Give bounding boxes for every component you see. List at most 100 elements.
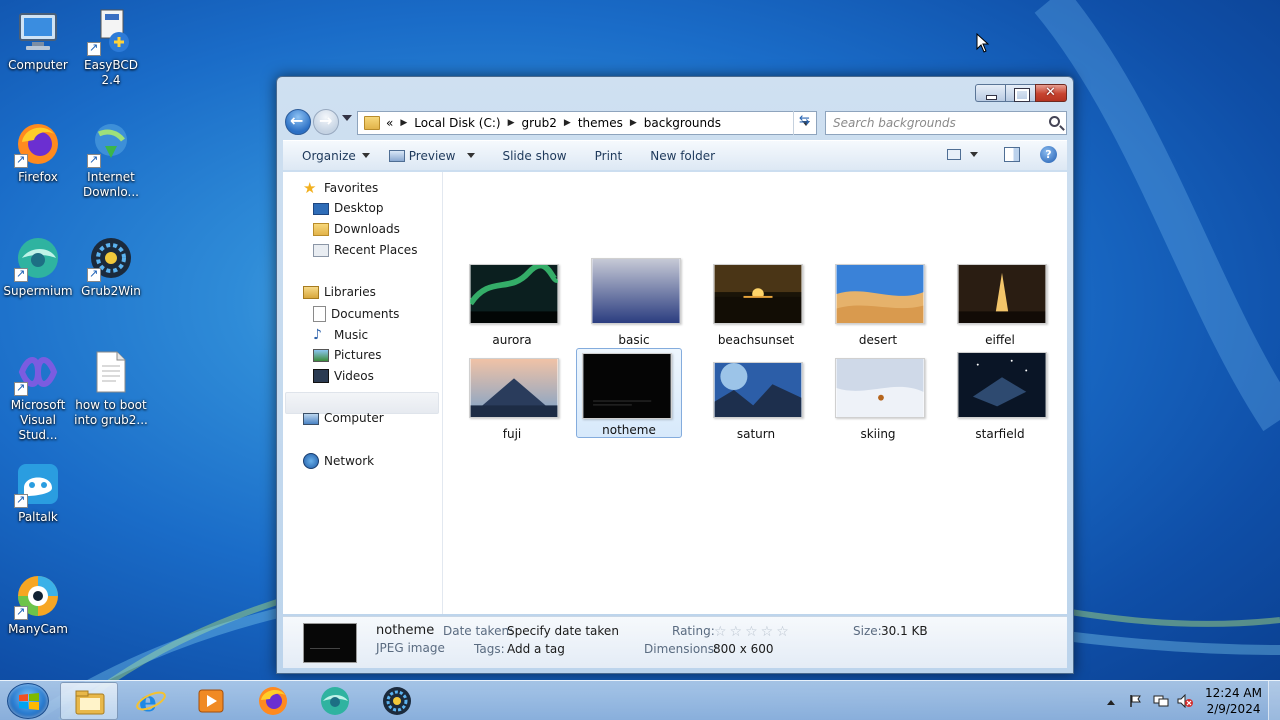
nav-item-recent-places[interactable]: Recent Places	[313, 243, 417, 257]
print-button[interactable]: Print	[595, 149, 623, 163]
details-date-value[interactable]: Specify date taken	[507, 624, 619, 638]
nav-item-label: Videos	[334, 369, 374, 383]
desktop-icon-label: Visual Stud...	[18, 413, 58, 442]
nav-item-libraries[interactable]: Libraries	[303, 285, 376, 299]
change-view-icon[interactable]	[947, 149, 961, 160]
details-pane: notheme JPEG image Date taken: Specify d…	[283, 616, 1067, 668]
taskbar-grub2win[interactable]	[368, 682, 426, 720]
slideshow-button[interactable]: Slide show	[502, 149, 566, 163]
shortcut-arrow-icon	[14, 492, 28, 508]
file-item-basic[interactable]: basic	[581, 256, 687, 347]
file-name: saturn	[736, 427, 776, 441]
file-item-saturn[interactable]: saturn	[703, 350, 809, 441]
desktop-icon-paltalk[interactable]: Paltalk	[0, 460, 76, 525]
new-folder-button[interactable]: New folder	[650, 149, 715, 163]
nav-item-documents[interactable]: Documents	[313, 306, 399, 322]
breadcrumb-separator-icon[interactable]: ▶	[564, 118, 571, 128]
computer-icon	[303, 413, 319, 425]
file-item-desert[interactable]: desert	[825, 256, 931, 347]
preview-pane-icon[interactable]	[1004, 147, 1020, 162]
search-icon[interactable]	[1049, 116, 1060, 127]
taskbar-explorer[interactable]	[60, 682, 118, 720]
back-button[interactable]	[285, 109, 311, 135]
desktop-icon-text-file[interactable]: how to boot into grub2...	[73, 348, 149, 428]
breadcrumb-separator-icon[interactable]: ▶	[630, 118, 637, 128]
easybcd-icon	[87, 8, 135, 56]
minimize-button[interactable]	[975, 84, 1005, 102]
taskbar-media-player[interactable]	[182, 682, 240, 720]
taskbar-internet-explorer[interactable]: e	[122, 682, 180, 720]
breadcrumb-separator-icon[interactable]: ▶	[508, 118, 515, 128]
desktop-icon-firefox[interactable]: Firefox	[0, 120, 76, 185]
content-area: ★ Favorites Desktop Downloads Recent Pla…	[283, 172, 1067, 614]
nav-item-network[interactable]: Network	[303, 453, 374, 469]
rating-stars[interactable]: ☆☆☆☆☆	[714, 624, 792, 640]
chevron-down-icon	[467, 153, 476, 158]
network-icon[interactable]	[1153, 694, 1169, 708]
file-name: starfield	[975, 427, 1025, 441]
forward-button[interactable]	[313, 109, 339, 135]
window-controls	[975, 84, 1067, 102]
desktop-icon-easybcd[interactable]: EasyBCD 2.4	[73, 8, 149, 88]
nav-item-label: Music	[334, 328, 369, 342]
show-hidden-icons-icon[interactable]	[1107, 699, 1116, 705]
breadcrumb-overflow[interactable]: «	[386, 116, 393, 130]
file-item-notheme[interactable]: notheme	[576, 348, 682, 438]
thumbnail-beachsunset	[713, 264, 803, 324]
recent-pages-dropdown[interactable]	[342, 115, 352, 121]
preview-label: Preview	[408, 148, 456, 163]
desktop-icon-visual-studio[interactable]: Microsoft Visual Stud...	[0, 348, 76, 443]
volume-muted-icon[interactable]	[1177, 693, 1194, 709]
file-item-eiffel[interactable]: eiffel	[947, 256, 1053, 347]
nav-item-videos[interactable]: Videos	[313, 369, 374, 383]
search-input[interactable]: Search backgrounds	[825, 111, 1067, 135]
preview-button[interactable]: Preview	[388, 148, 476, 163]
file-item-beachsunset[interactable]: beachsunset	[703, 256, 809, 347]
desktop-icon-manycam[interactable]: ManyCam	[0, 572, 76, 637]
desktop-icon-label: Supermium	[3, 284, 73, 298]
maximize-button[interactable]	[1005, 84, 1035, 102]
file-item-fuji[interactable]: fuji	[459, 350, 565, 441]
details-size-value: 30.1 KB	[881, 624, 928, 638]
print-label: Print	[594, 148, 623, 163]
desktop-icon-label: Computer	[8, 58, 68, 72]
refresh-button[interactable]: ⇆	[793, 111, 817, 135]
breadcrumb-separator-icon[interactable]: ▶	[400, 118, 407, 128]
breadcrumb-item-themes[interactable]: themes	[578, 116, 623, 130]
thumbnail-skiing	[835, 358, 925, 418]
details-tags-value[interactable]: Add a tag	[507, 642, 565, 656]
nav-item-downloads[interactable]: Downloads	[313, 222, 400, 236]
breadcrumb-item-backgrounds[interactable]: backgrounds	[644, 116, 721, 130]
help-icon[interactable]: ?	[1040, 146, 1057, 163]
taskbar-supermium[interactable]	[306, 682, 364, 720]
videos-icon	[313, 369, 329, 383]
file-item-skiing[interactable]: skiing	[825, 350, 931, 441]
file-name: basic	[618, 333, 650, 347]
more-options-icon[interactable]	[970, 152, 978, 157]
close-button[interactable]	[1035, 84, 1067, 102]
nav-item-pictures[interactable]: Pictures	[313, 348, 382, 362]
nav-item-music[interactable]: ♪ Music	[313, 327, 368, 343]
taskbar: e 12:24 AM 2/9/2024	[0, 680, 1280, 720]
taskbar-firefox[interactable]	[244, 682, 302, 720]
desktop-icon-grub2win[interactable]: Grub2Win	[73, 234, 149, 299]
organize-button[interactable]: Organize	[302, 149, 370, 163]
start-button[interactable]	[7, 683, 49, 719]
nav-item-desktop[interactable]: Desktop	[313, 201, 384, 215]
desktop-icon-supermium[interactable]: Supermium	[0, 234, 76, 299]
breadcrumb-item-local-disk[interactable]: Local Disk (C:)	[414, 116, 500, 130]
nav-item-computer[interactable]: Computer	[303, 411, 384, 425]
desktop-icon-computer[interactable]: Computer	[0, 8, 76, 73]
shortcut-arrow-icon	[87, 152, 101, 168]
address-bar[interactable]: « ▶ Local Disk (C:) ▶ grub2 ▶ themes ▶ b…	[357, 111, 817, 135]
system-clock[interactable]: 12:24 AM 2/9/2024	[1205, 685, 1262, 717]
desktop-icon-idm[interactable]: Internet Downlo...	[73, 120, 149, 200]
file-item-aurora[interactable]: aurora	[459, 256, 565, 347]
show-desktop-button[interactable]	[1268, 681, 1280, 720]
breadcrumb-item-grub2[interactable]: grub2	[521, 116, 556, 130]
file-item-starfield[interactable]: starfield	[947, 350, 1053, 441]
pictures-icon	[313, 348, 329, 362]
refresh-icon: ⇆	[799, 113, 810, 128]
action-center-flag-icon[interactable]	[1129, 694, 1143, 708]
nav-item-favorites[interactable]: ★ Favorites	[303, 180, 378, 196]
